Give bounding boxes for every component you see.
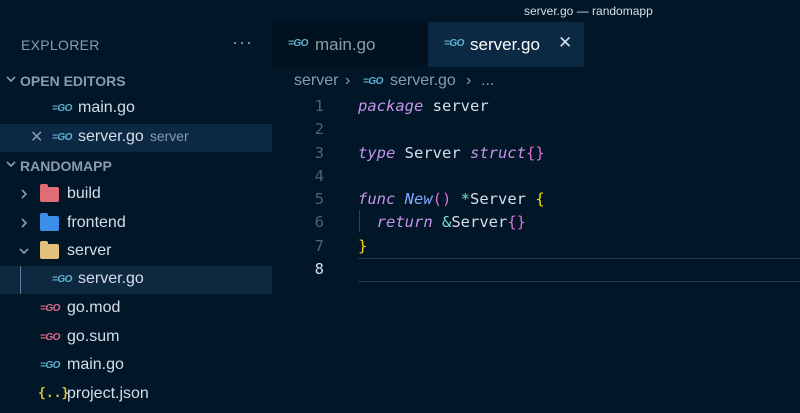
chevron-right-icon: › (345, 72, 351, 89)
function-token: New (395, 190, 433, 208)
line-number: 3 (314, 144, 324, 162)
tree-item-go-sum[interactable]: =GO go.sum (0, 324, 272, 352)
chevron-down-icon (6, 76, 16, 83)
explorer-sidebar: EXPLORER ··· OPEN EDITORS =GO main.go ✕ … (0, 22, 272, 413)
line-number: 2 (314, 120, 324, 138)
project-header[interactable]: RANDOMAPP (0, 153, 272, 179)
line-number: 4 (314, 167, 324, 185)
tree-item-label: main.go (67, 356, 124, 373)
open-editors-header[interactable]: OPEN EDITORS (0, 68, 272, 94)
identifier-token: Server (470, 190, 536, 208)
go-file-icon: =GO (288, 38, 308, 49)
tree-item-go-mod[interactable]: =GO go.mod (0, 295, 272, 323)
code-line-6: return &Server{} (358, 213, 526, 231)
tree-item-label: server.go (78, 270, 144, 287)
identifier-token: server (423, 97, 489, 115)
breadcrumb-folder[interactable]: server (294, 72, 338, 90)
tab-label: server.go (470, 35, 540, 54)
open-editor-folder-desc: server (149, 128, 189, 144)
breadcrumb-symbol[interactable]: ... (481, 72, 494, 90)
go-mod-icon: =GO (40, 332, 60, 343)
project-title: RANDOMAPP (20, 158, 112, 174)
explorer-header: EXPLORER ··· (0, 22, 272, 68)
chevron-down-icon (19, 248, 29, 255)
go-file-icon: =GO (52, 132, 72, 143)
keyword-token: struct (469, 144, 526, 162)
open-editor-server-go[interactable]: ✕ =GO server.go server (0, 124, 272, 152)
tree-item-main-go[interactable]: =GO main.go (0, 352, 272, 380)
go-file-icon: =GO (444, 38, 464, 49)
code-line-3: type Server struct{} (358, 144, 545, 162)
tree-item-label: go.sum (67, 328, 120, 345)
brace-token: { (535, 190, 545, 208)
operator-token: * (451, 190, 470, 208)
line-number: 1 (314, 97, 324, 115)
tab-label: main.go (315, 35, 376, 54)
code-line-5: func New() *Server { (358, 190, 545, 208)
keyword-token: type (358, 144, 396, 162)
tree-item-server-go[interactable]: =GO server.go (0, 266, 272, 294)
go-mod-icon: =GO (40, 303, 60, 314)
line-number: 7 (314, 237, 324, 255)
tree-item-label: build (67, 185, 101, 202)
tab-main-go[interactable]: =GO main.go (272, 22, 428, 67)
close-icon[interactable]: ✕ (30, 127, 43, 147)
explorer-title: EXPLORER (21, 37, 100, 53)
window-title: server.go — randomapp (524, 4, 653, 18)
json-icon: {..} (38, 386, 70, 401)
go-file-icon: =GO (52, 274, 72, 285)
tree-item-label: project.json (67, 385, 149, 402)
code-editor[interactable]: 1 2 3 4 5 6 7 8 package server type Serv… (272, 93, 800, 413)
identifier-token: Server (395, 144, 470, 162)
breadcrumb: server › =GO server.go › ... (272, 67, 800, 93)
keyword-token: return (376, 213, 433, 231)
open-editor-label: main.go (78, 99, 135, 116)
ellipsis-icon[interactable]: ··· (232, 32, 253, 53)
tree-item-build[interactable]: build (0, 181, 272, 209)
tree-item-project-json[interactable]: {..} project.json (0, 381, 272, 409)
code-line-1: package server (358, 97, 489, 115)
chevron-right-icon (21, 189, 28, 199)
open-editor-label: server.go (78, 128, 144, 145)
line-number: 5 (314, 190, 324, 208)
indent-guide (20, 266, 21, 294)
folder-icon (40, 213, 59, 231)
editor-tab-bar: =GO main.go =GO server.go ✕ (272, 22, 800, 67)
breadcrumb-file[interactable]: server.go (390, 72, 456, 90)
keyword-token: func (358, 190, 396, 208)
current-line-highlight (358, 258, 800, 282)
title-bar: server.go — randomapp (0, 0, 800, 22)
go-file-icon: =GO (40, 360, 60, 371)
tree-item-server[interactable]: server (0, 238, 272, 266)
tree-item-frontend[interactable]: frontend (0, 210, 272, 238)
chevron-right-icon: › (466, 72, 472, 89)
line-number: 8 (314, 260, 324, 278)
brace-token: {} (507, 213, 527, 231)
chevron-down-icon (6, 161, 16, 168)
close-icon[interactable]: ✕ (558, 33, 572, 53)
open-editors-title: OPEN EDITORS (20, 73, 126, 89)
tree-item-label: server (67, 242, 112, 259)
code-line-7: } (358, 237, 367, 255)
brace-token: } (358, 237, 368, 255)
identifier-token: Server (451, 213, 508, 231)
folder-open-icon (40, 241, 59, 259)
tree-item-label: go.mod (67, 299, 121, 316)
keyword-token: package (358, 97, 424, 115)
line-number: 6 (314, 213, 324, 231)
brace-token: {} (525, 144, 545, 162)
operator-token: & (432, 213, 452, 231)
tab-server-go[interactable]: =GO server.go ✕ (428, 22, 584, 67)
paren-token: () (432, 190, 452, 208)
go-file-icon: =GO (363, 76, 383, 87)
folder-icon (40, 184, 59, 202)
chevron-right-icon (21, 218, 28, 228)
tree-item-label: frontend (67, 214, 126, 231)
open-editor-main-go[interactable]: =GO main.go (0, 95, 272, 123)
go-file-icon: =GO (52, 103, 72, 114)
